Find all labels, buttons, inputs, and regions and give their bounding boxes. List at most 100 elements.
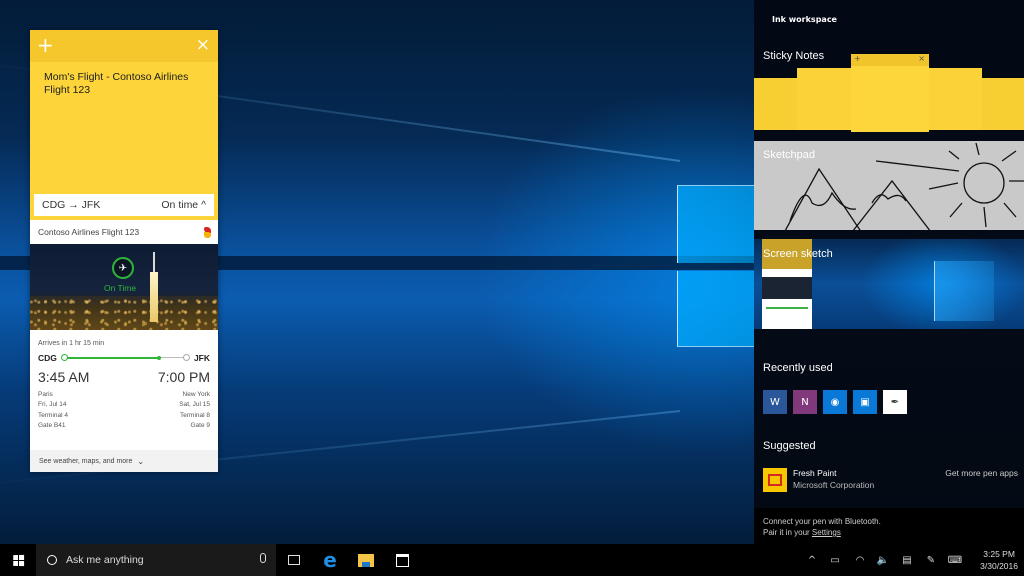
chevron-up-icon: ^ (807, 554, 817, 566)
action-center-icon: ▤ (902, 554, 912, 566)
origin-dot (60, 354, 68, 361)
windows-ink-button[interactable]: ✎ (920, 544, 942, 576)
cortana-icon (47, 555, 57, 565)
destination-date: Sat, Jul 15 (179, 401, 210, 409)
destination-gate: Gate 9 (190, 421, 210, 429)
origin-details: Paris Fri, Jul 14 Terminal 4 Gate B41 (38, 390, 68, 431)
app-icon: N (801, 396, 809, 408)
app-icon: ▣ (860, 396, 870, 408)
battery-icon: ▭ (830, 554, 840, 566)
battery-button[interactable]: ▭ (824, 544, 846, 576)
add-note-icon[interactable]: + (37, 35, 54, 55)
note-text[interactable]: Mom's Flight - Contoso Airlines Flight 1… (30, 62, 218, 192)
airline-logo-icon (202, 226, 212, 238)
thumb-windows-logo (934, 261, 994, 321)
progress-fill (64, 356, 160, 359)
keyboard-icon: ⌨ (947, 554, 963, 566)
recent-app-onenote[interactable]: N (793, 390, 817, 414)
close-icon: × (918, 54, 925, 63)
suggested-app[interactable]: Fresh Paint Microsoft Corporation Get mo… (763, 468, 1018, 494)
origin-date: Fri, Jul 14 (38, 401, 67, 409)
folder-icon (358, 553, 374, 567)
show-hidden-icons-button[interactable]: ^ (801, 544, 823, 576)
fresh-paint-glyph (768, 474, 782, 486)
app-icon: W (770, 396, 780, 408)
screen-sketch-label: Screen sketch (763, 248, 833, 260)
route-progress: CDG JFK (38, 353, 210, 363)
file-explorer-button[interactable] (348, 544, 384, 576)
network-button[interactable]: ◠ (849, 544, 871, 576)
recent-app-microsoft-word[interactable]: W (763, 390, 787, 414)
get-more-pen-apps-link[interactable]: Get more pen apps (945, 468, 1018, 478)
sketch-sun-rays (875, 142, 1024, 228)
suggested-app-name[interactable]: Fresh Paint (793, 468, 836, 478)
flight-status-toggle[interactable]: On time ^ (161, 199, 206, 211)
recently-used-label: Recently used (763, 362, 833, 374)
app-icon: ◉ (830, 396, 840, 408)
flight-card: Contoso Airlines Flight 123 ✈ On Time Ar… (30, 220, 218, 472)
thumb-progress (766, 307, 808, 309)
destination-dot (182, 354, 190, 361)
start-button[interactable] (0, 544, 36, 576)
microphone-icon[interactable] (260, 553, 266, 563)
fresh-paint-icon[interactable] (763, 468, 787, 492)
chevron-down-icon: ⌄ (137, 456, 145, 466)
footer-prefix: Pair it in your (763, 528, 812, 537)
flight-progress-bar (60, 353, 190, 363)
flight-details: Arrives in 1 hr 15 min CDG JFK 3:45 AM 7… (30, 330, 218, 431)
see-more-label: See weather, maps, and more (39, 457, 133, 465)
destination-city: New York (182, 391, 210, 398)
wifi-icon: ◠ (855, 554, 865, 566)
task-view-button[interactable] (276, 544, 312, 576)
store-bag-icon (395, 553, 409, 567)
see-more-link[interactable]: See weather, maps, and more ⌄ (30, 450, 218, 472)
origin-city: Paris (38, 391, 53, 398)
edge-icon: e (323, 548, 337, 572)
store-button[interactable] (384, 544, 420, 576)
sticky-preview-front: + × (851, 54, 929, 132)
ink-workspace-panel: Ink workspace + × Sticky Notes Sketchpad (754, 0, 1024, 544)
destination-code: JFK (193, 353, 210, 363)
clock-date: 3/30/2016 (980, 561, 1018, 571)
origin-gate: Gate B41 (38, 421, 66, 429)
arrive-time: 7:00 PM (157, 369, 210, 385)
action-center-button[interactable]: ▤ (896, 544, 918, 576)
tower-body (150, 272, 158, 322)
volume-icon: 🔈 (876, 554, 890, 566)
sticky-preview (797, 68, 851, 130)
edge-button[interactable]: e (312, 544, 348, 576)
origin-code: CDG (38, 353, 57, 363)
sticky-note[interactable]: + × Mom's Flight - Contoso Airlines Flig… (30, 30, 218, 472)
destination-terminal: Terminal 8 (180, 411, 210, 419)
sketch-mountain (852, 179, 931, 230)
task-view-icon (288, 555, 300, 565)
sticky-preview (929, 68, 982, 130)
settings-link[interactable]: Settings (812, 528, 841, 537)
destination-photo: ✈ On Time (30, 244, 218, 330)
taskbar: Ask me anything e ^ ▭ ◠ 🔈 ▤ ✎ ⌨ 3:25 PM … (0, 544, 1024, 576)
volume-button[interactable]: 🔈 (872, 544, 894, 576)
footer-line2: Pair it in your Settings (763, 527, 1015, 538)
arrival-countdown: Arrives in 1 hr 15 min (38, 340, 105, 347)
search-placeholder: Ask me anything (66, 554, 144, 566)
windows-icon (12, 554, 24, 566)
plane-position-dot (157, 355, 162, 360)
flight-summary-bar[interactable]: CDG → JFK On time ^ (34, 194, 214, 216)
flight-terminal-details: Paris Fri, Jul 14 Terminal 4 Gate B41 Ne… (38, 390, 210, 431)
sticky-preview (982, 78, 1024, 130)
origin-terminal: Terminal 4 (38, 411, 68, 419)
recent-app-photos[interactable]: ▣ (853, 390, 877, 414)
recent-app-maps[interactable]: ◉ (823, 390, 847, 414)
recent-app-pen-app[interactable]: ✒ (883, 390, 907, 414)
sticky-notes-tile[interactable]: + × (754, 54, 1024, 132)
airplane-icon: ✈ (112, 257, 134, 279)
flight-route: CDG → JFK (42, 199, 101, 211)
touch-keyboard-button[interactable]: ⌨ (944, 544, 966, 576)
clock[interactable]: 3:25 PM 3/30/2016 (980, 548, 1018, 572)
flight-times: 3:45 AM 7:00 PM (38, 369, 210, 385)
app-icon: ✒ (890, 396, 900, 408)
cortana-search-box[interactable]: Ask me anything (36, 544, 276, 576)
close-note-icon[interactable]: × (196, 35, 210, 55)
destination-details: New York Sat, Jul 15 Terminal 8 Gate 9 (179, 390, 210, 431)
sketch-snowcap (789, 191, 857, 222)
